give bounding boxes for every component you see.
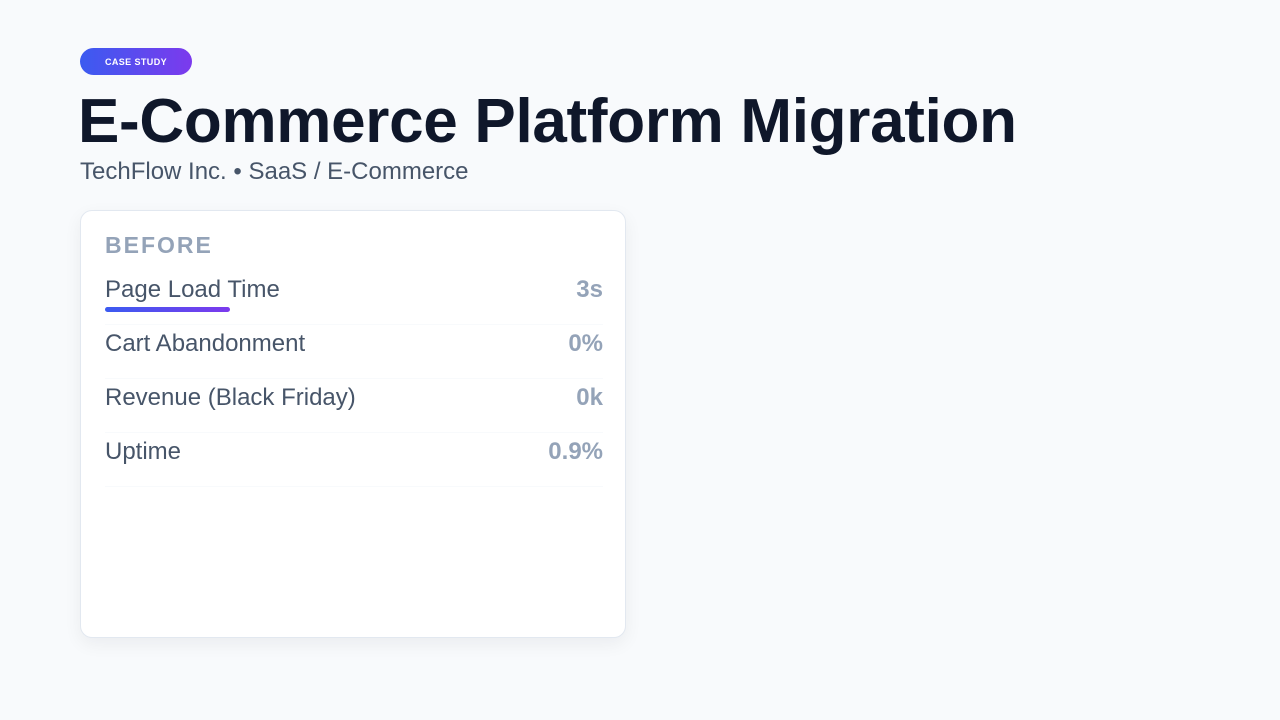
metric-row-cart-abandonment: Cart Abandonment 0% (105, 325, 603, 379)
metric-value: 0% (568, 330, 603, 357)
metric-label: Page Load Time (105, 276, 280, 303)
case-study-badge: CASE STUDY (80, 48, 192, 75)
metric-label: Cart Abandonment (105, 330, 306, 357)
case-study-slide: CASE STUDY E-Commerce Platform Migration… (0, 0, 1280, 720)
metric-row-revenue: Revenue (Black Friday) 0k (105, 379, 603, 433)
page-subtitle: TechFlow Inc. • SaaS / E-Commerce (80, 158, 469, 185)
metric-value: 3s (576, 276, 603, 303)
page-title: E-Commerce Platform Migration (78, 87, 1017, 156)
metric-label: Revenue (Black Friday) (105, 384, 356, 411)
metric-progress-bar (105, 307, 230, 312)
card-heading: BEFORE (105, 232, 213, 258)
metric-label: Uptime (105, 438, 182, 465)
metric-value: 0.9% (548, 438, 603, 465)
metric-row-uptime: Uptime 0.9% (105, 433, 603, 487)
metrics-list: Page Load Time 3s Cart Abandonment 0% Re… (105, 271, 603, 487)
metric-row-page-load-time: Page Load Time 3s (105, 271, 603, 325)
before-metrics-card: BEFORE Page Load Time 3s Cart Abandonmen… (80, 210, 626, 638)
metric-value: 0k (576, 384, 603, 411)
